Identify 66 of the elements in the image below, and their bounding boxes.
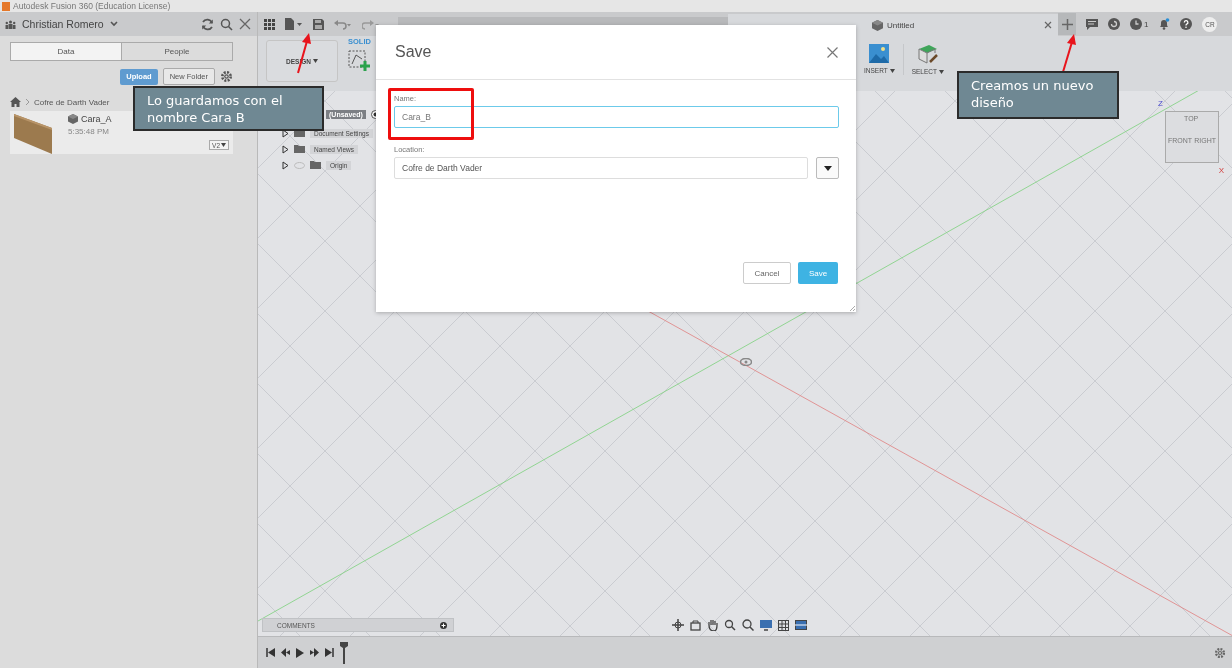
fit-zoom-icon[interactable] (742, 619, 754, 631)
timeline-marker-icon[interactable] (340, 641, 348, 664)
play-icon[interactable] (296, 647, 304, 658)
skip-start-icon[interactable] (266, 648, 275, 657)
search-icon[interactable] (220, 17, 233, 31)
folder-icon (310, 161, 321, 169)
chevron-down-icon (109, 21, 118, 27)
settings-icon[interactable] (220, 70, 233, 83)
orbit-icon[interactable] (672, 619, 684, 631)
window-title: Autodesk Fusion 360 (Education License) (13, 1, 171, 11)
redo-icon[interactable] (362, 18, 380, 30)
bell-icon[interactable] (1158, 18, 1171, 30)
name-input-field[interactable]: Cara_B (394, 106, 839, 128)
step-forward-icon[interactable] (310, 648, 319, 657)
folder-icon (294, 145, 305, 153)
location-field[interactable]: Cofre de Darth Vader (394, 157, 808, 179)
caret-icon (221, 143, 226, 147)
cube-icon (68, 114, 78, 124)
dialog-title: Save (395, 43, 432, 61)
chat-icon[interactable] (1086, 18, 1098, 30)
viewports-icon[interactable] (795, 620, 807, 630)
image-icon (869, 44, 890, 63)
settings-icon[interactable] (1214, 646, 1226, 659)
display-settings-icon[interactable] (760, 619, 772, 631)
refresh-circle-icon[interactable] (1108, 18, 1120, 30)
file-menu-icon[interactable] (285, 18, 303, 30)
chevron-right-icon (25, 98, 30, 106)
file-time: 5:35:48 PM (68, 127, 110, 136)
new-tab-button[interactable] (1058, 13, 1076, 35)
grid-settings-icon[interactable] (778, 619, 789, 631)
caret-icon (939, 69, 944, 74)
team-icon (5, 19, 16, 29)
close-icon[interactable] (239, 18, 251, 30)
zoom-icon[interactable] (724, 619, 736, 631)
file-name: Cara_A (81, 114, 112, 124)
cube-icon (872, 19, 883, 31)
help-icon[interactable] (1180, 18, 1193, 30)
caret-icon (889, 68, 895, 73)
panel-tab[interactable]: Data (11, 43, 121, 60)
user-menu[interactable]: Christian Romero (22, 18, 104, 30)
annotation-arrow (1061, 33, 1077, 73)
location-dropdown-button[interactable] (816, 157, 839, 179)
cancel-button[interactable]: Cancel (743, 262, 791, 284)
caret-icon (312, 59, 318, 63)
refresh-icon[interactable] (201, 17, 214, 31)
axis-label: X (1218, 166, 1224, 175)
resize-grip-icon[interactable] (850, 306, 855, 311)
home-icon[interactable] (10, 97, 21, 107)
skip-end-icon[interactable] (325, 648, 334, 657)
document-tab-title: Untitled (887, 20, 915, 30)
create-sketch-icon[interactable] (348, 50, 370, 72)
add-icon[interactable] (440, 621, 447, 629)
app-logo-icon (2, 1, 10, 11)
grid-menu-icon[interactable] (264, 18, 275, 30)
save-icon[interactable] (313, 18, 324, 30)
breadcrumb-folder[interactable]: Cofre de Darth Vader (34, 97, 110, 107)
axis-label: Z (1158, 99, 1163, 108)
close-icon[interactable] (1044, 21, 1052, 29)
close-icon[interactable] (827, 46, 838, 58)
step-back-icon[interactable] (281, 648, 290, 657)
pan-hand-icon[interactable] (707, 619, 718, 631)
origin-icon (740, 358, 752, 366)
caret-icon (823, 165, 832, 171)
cursor-box-icon (916, 44, 939, 64)
look-at-icon[interactable] (690, 619, 701, 631)
plus-icon (1061, 18, 1073, 30)
